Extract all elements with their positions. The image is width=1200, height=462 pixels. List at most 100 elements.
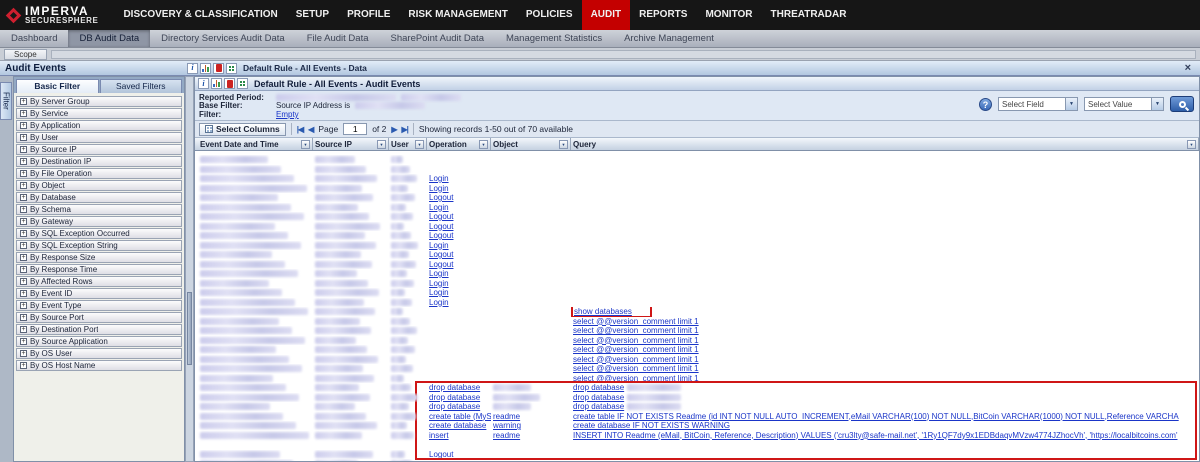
pdf-icon[interactable] <box>224 78 235 89</box>
sort-dropdown-icon[interactable]: ▼ <box>301 139 310 149</box>
object-link[interactable]: readme <box>493 412 520 421</box>
topnav-item-policies[interactable]: POLICIES <box>517 0 582 30</box>
operation-link[interactable]: Login <box>429 269 449 278</box>
field-select[interactable]: Select Field ▼ <box>998 97 1078 111</box>
expand-icon[interactable]: + <box>20 254 27 261</box>
query-link[interactable]: select @@version_comment limit 1 <box>573 364 699 373</box>
topnav-item-reports[interactable]: REPORTS <box>630 0 696 30</box>
operation-link[interactable]: Logout <box>429 212 453 221</box>
operation-link[interactable]: Logout <box>429 231 453 240</box>
filter-item-by-affected-rows[interactable]: + By Affected Rows <box>16 276 182 287</box>
query-link[interactable]: select @@version_comment limit 1 <box>573 345 699 354</box>
operation-link[interactable]: drop database <box>429 402 480 411</box>
expand-icon[interactable]: + <box>20 302 27 309</box>
expand-icon[interactable]: + <box>20 326 27 333</box>
next-page-button[interactable]: ▶ <box>391 125 397 134</box>
sort-dropdown-icon[interactable]: ▼ <box>1187 139 1196 149</box>
column-header-source-ip[interactable]: Source IP ▼ <box>313 138 389 150</box>
filter-item-by-source-ip[interactable]: + By Source IP <box>16 144 182 155</box>
topnav-item-profile[interactable]: PROFILE <box>338 0 399 30</box>
query-link[interactable]: select @@version_comment limit 1 <box>573 317 699 326</box>
sort-dropdown-icon[interactable]: ▼ <box>377 139 386 149</box>
expand-icon[interactable]: + <box>20 290 27 297</box>
query-link[interactable]: select @@version_comment limit 1 <box>573 336 699 345</box>
expand-icon[interactable]: + <box>20 182 27 189</box>
close-icon[interactable]: × <box>1181 62 1195 74</box>
info-icon[interactable]: i <box>187 62 198 74</box>
operation-link[interactable]: Login <box>429 298 449 307</box>
page-number-input[interactable] <box>343 123 368 135</box>
expand-icon[interactable]: + <box>20 218 27 225</box>
filter-item-by-destination-ip[interactable]: + By Destination IP <box>16 156 182 167</box>
query-link[interactable]: create table IF NOT EXISTS Readme (id IN… <box>573 412 1179 421</box>
column-header-object[interactable]: Object ▼ <box>491 138 571 150</box>
expand-icon[interactable]: + <box>20 194 27 201</box>
search-button[interactable] <box>1170 96 1194 112</box>
expand-icon[interactable]: + <box>20 278 27 285</box>
filter-tab-basic-filter[interactable]: Basic Filter <box>16 79 99 93</box>
expand-icon[interactable]: + <box>20 266 27 273</box>
sort-dropdown-icon[interactable]: ▼ <box>415 139 424 149</box>
topnav-item-setup[interactable]: SETUP <box>287 0 338 30</box>
export-icon[interactable] <box>237 78 248 89</box>
sort-dropdown-icon[interactable]: ▼ <box>559 139 568 149</box>
query-link[interactable]: drop database <box>573 383 624 392</box>
filter-item-by-response-time[interactable]: + By Response Time <box>16 264 182 275</box>
filter-item-by-event-type[interactable]: + By Event Type <box>16 300 182 311</box>
subnav-item-file-audit-data[interactable]: File Audit Data <box>296 30 380 47</box>
expand-icon[interactable]: + <box>20 206 27 213</box>
subnav-item-dashboard[interactable]: Dashboard <box>0 30 68 47</box>
chart-icon[interactable] <box>211 78 222 89</box>
subnav-item-archive-management[interactable]: Archive Management <box>613 30 725 47</box>
filter-item-by-response-size[interactable]: + By Response Size <box>16 252 182 263</box>
subnav-item-sharepoint-audit-data[interactable]: SharePoint Audit Data <box>380 30 495 47</box>
query-link[interactable]: show databases <box>571 307 652 317</box>
operation-link[interactable]: Login <box>429 184 449 193</box>
column-header-operation[interactable]: Operation ▼ <box>427 138 491 150</box>
query-link[interactable]: select @@version_comment limit 1 <box>573 326 699 335</box>
info-icon[interactable]: i <box>198 78 209 89</box>
subnav-item-management-statistics[interactable]: Management Statistics <box>495 30 613 47</box>
object-link[interactable]: readme <box>493 431 520 440</box>
column-header-user[interactable]: User ▼ <box>389 138 427 150</box>
filter-empty-link[interactable]: Empty <box>276 110 299 119</box>
filter-item-by-application[interactable]: + By Application <box>16 120 182 131</box>
topnav-item-audit[interactable]: AUDIT <box>581 0 631 30</box>
expand-icon[interactable]: + <box>20 242 27 249</box>
expand-icon[interactable]: + <box>20 350 27 357</box>
filter-item-by-source-port[interactable]: + By Source Port <box>16 312 182 323</box>
table-vertical-scrollbar[interactable] <box>185 76 194 462</box>
expand-icon[interactable]: + <box>20 338 27 345</box>
column-header-query[interactable]: Query ▼ <box>571 138 1199 150</box>
operation-link[interactable]: create table (MySQL) <box>429 412 491 421</box>
expand-icon[interactable]: + <box>20 122 27 129</box>
export-icon[interactable] <box>226 62 237 74</box>
object-link[interactable]: warning <box>493 421 521 430</box>
operation-link[interactable]: Login <box>429 203 449 212</box>
operation-link[interactable]: Logout <box>429 260 453 269</box>
operation-link[interactable]: Login <box>429 288 449 297</box>
operation-link[interactable]: insert <box>429 431 449 440</box>
query-link[interactable]: INSERT INTO Readme (eMail, BitCoin, Refe… <box>573 431 1177 440</box>
filter-item-by-gateway[interactable]: + By Gateway <box>16 216 182 227</box>
expand-icon[interactable]: + <box>20 146 27 153</box>
first-page-button[interactable]: |◀ <box>297 125 304 134</box>
expand-icon[interactable]: + <box>20 134 27 141</box>
operation-link[interactable]: Login <box>429 174 449 183</box>
value-select[interactable]: Select Value ▼ <box>1084 97 1164 111</box>
filter-item-by-object[interactable]: + By Object <box>16 180 182 191</box>
filter-item-by-user[interactable]: + By User <box>16 132 182 143</box>
filter-item-by-source-application[interactable]: + By Source Application <box>16 336 182 347</box>
operation-link[interactable]: Logout <box>429 222 453 231</box>
help-icon[interactable]: ? <box>979 97 992 111</box>
operation-link[interactable]: create database <box>429 421 486 430</box>
filter-side-tab[interactable]: Filter <box>0 82 12 120</box>
filter-item-by-file-operation[interactable]: + By File Operation <box>16 168 182 179</box>
filter-tab-saved-filters[interactable]: Saved Filters <box>99 79 182 93</box>
operation-link[interactable]: drop database <box>429 383 480 392</box>
operation-link[interactable]: Logout <box>429 193 453 202</box>
topnav-item-monitor[interactable]: MONITOR <box>696 0 761 30</box>
expand-icon[interactable]: + <box>20 158 27 165</box>
filter-item-by-server-group[interactable]: + By Server Group <box>16 96 182 107</box>
filter-item-by-event-id[interactable]: + By Event ID <box>16 288 182 299</box>
